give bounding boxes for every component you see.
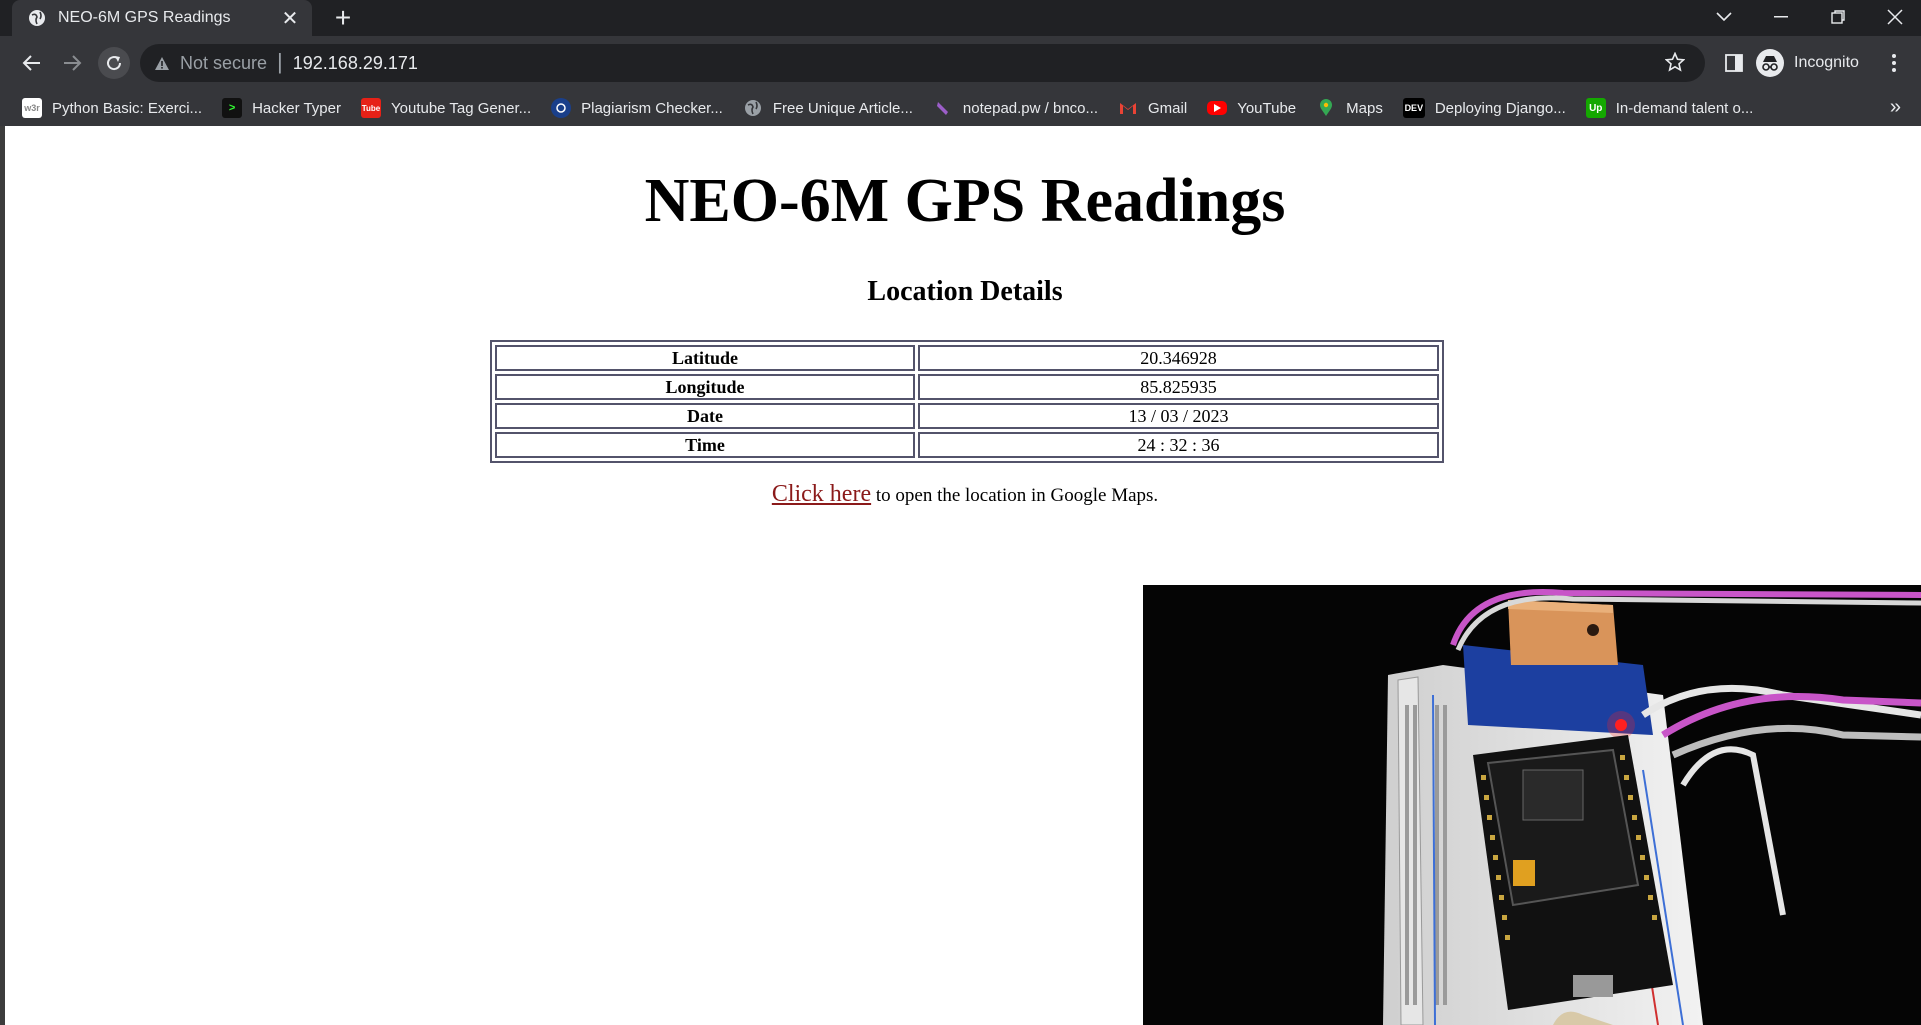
bookmark-label: Deploying Django... bbox=[1434, 99, 1566, 117]
tab-strip: NEO-6M GPS Readings ✕ + bbox=[0, 0, 1921, 36]
webcam-overlay bbox=[1143, 585, 1921, 1025]
back-button[interactable] bbox=[18, 49, 46, 77]
bookmark-youtube-tag[interactable]: Tube Youtube Tag Gener... bbox=[361, 98, 531, 118]
bookmark-label: Maps bbox=[1346, 99, 1383, 117]
bookmarks-overflow-icon[interactable]: » bbox=[1890, 96, 1901, 119]
location-table: Latitude 20.346928 Longitude 85.825935 D… bbox=[490, 340, 1444, 463]
side-panel-icon[interactable] bbox=[1720, 49, 1748, 77]
page-title: NEO-6M GPS Readings bbox=[644, 167, 1286, 235]
warning-icon[interactable] bbox=[154, 56, 170, 71]
row-value: 85.825935 bbox=[918, 374, 1439, 400]
bookmark-free-article[interactable]: Free Unique Article... bbox=[743, 98, 913, 118]
table-row: Date 13 / 03 / 2023 bbox=[495, 403, 1439, 429]
table-row: Time 24 : 32 : 36 bbox=[495, 432, 1439, 458]
terminal-icon: > bbox=[222, 98, 243, 118]
bookmark-label: Hacker Typer bbox=[252, 99, 341, 117]
row-value: 20.346928 bbox=[918, 345, 1439, 371]
dev-icon: DEV bbox=[1402, 98, 1425, 118]
row-label: Date bbox=[495, 403, 915, 429]
hardware-photo bbox=[1143, 585, 1921, 1025]
bookmarks-bar: w3r Python Basic: Exerci... > Hacker Typ… bbox=[0, 90, 1921, 126]
tab-close-icon[interactable]: ✕ bbox=[280, 6, 300, 31]
omnibox-divider: | bbox=[277, 49, 283, 74]
table-row: Longitude 85.825935 bbox=[495, 374, 1439, 400]
incognito-icon bbox=[1756, 49, 1784, 77]
bookmark-youtube[interactable]: YouTube bbox=[1207, 100, 1296, 117]
upwork-icon: Up bbox=[1585, 98, 1606, 118]
row-value: 24 : 32 : 36 bbox=[918, 432, 1439, 458]
bookmark-notepad[interactable]: notepad.pw / bnco... bbox=[933, 98, 1098, 118]
bookmark-label: In-demand talent o... bbox=[1615, 99, 1754, 117]
security-label[interactable]: Not secure bbox=[180, 53, 267, 74]
w3resource-icon: w3r bbox=[22, 98, 42, 118]
bookmark-maps[interactable]: Maps bbox=[1316, 98, 1383, 118]
pen-icon bbox=[933, 98, 953, 118]
minimize-button[interactable] bbox=[1758, 0, 1804, 34]
row-label: Time bbox=[495, 432, 915, 458]
globe-icon bbox=[28, 9, 46, 27]
row-label: Longitude bbox=[495, 374, 915, 400]
bookmark-label: Free Unique Article... bbox=[772, 99, 913, 117]
new-tab-button[interactable]: + bbox=[330, 4, 356, 32]
youtube-icon bbox=[1207, 101, 1228, 115]
bookmark-label: notepad.pw / bnco... bbox=[962, 99, 1099, 117]
bookmark-label: Plagiarism Checker... bbox=[581, 99, 723, 117]
table-row: Latitude 20.346928 bbox=[495, 345, 1439, 371]
restore-button[interactable] bbox=[1815, 0, 1861, 34]
bookmark-label: YouTube bbox=[1237, 99, 1297, 117]
gmail-icon bbox=[1118, 98, 1138, 118]
address-bar[interactable]: Not secure | 192.168.29.171 bbox=[140, 44, 1705, 82]
tab-active[interactable]: NEO-6M GPS Readings ✕ bbox=[12, 0, 312, 36]
maps-link-line: Click here to open the location in Googl… bbox=[5, 481, 1921, 508]
checker-icon bbox=[551, 98, 572, 118]
tube-icon: Tube bbox=[361, 98, 381, 118]
maps-icon bbox=[1316, 98, 1336, 118]
bookmark-hacker-typer[interactable]: > Hacker Typer bbox=[222, 98, 341, 118]
bookmark-label: Python Basic: Exerci... bbox=[52, 99, 203, 117]
tab-search-icon[interactable] bbox=[1701, 0, 1747, 34]
tab-title: NEO-6M GPS Readings bbox=[58, 9, 231, 26]
browser-toolbar: Not secure | 192.168.29.171 Incognito bbox=[0, 36, 1921, 90]
menu-kebab-icon[interactable] bbox=[1880, 49, 1908, 77]
url-text[interactable]: 192.168.29.171 bbox=[293, 53, 418, 74]
bookmark-deploying-django[interactable]: DEV Deploying Django... bbox=[1402, 98, 1566, 118]
google-maps-link[interactable]: Click here bbox=[772, 481, 871, 507]
forward-button[interactable] bbox=[58, 49, 86, 77]
bookmark-star-icon[interactable] bbox=[1664, 51, 1686, 77]
globe-icon bbox=[743, 98, 763, 118]
bookmark-upwork[interactable]: Up In-demand talent o... bbox=[1585, 98, 1754, 118]
bookmark-label: Gmail bbox=[1148, 99, 1188, 117]
bookmark-python-basic[interactable]: w3r Python Basic: Exerci... bbox=[22, 98, 202, 118]
bookmark-plagiarism[interactable]: Plagiarism Checker... bbox=[551, 98, 723, 118]
row-label: Latitude bbox=[495, 345, 915, 371]
bookmark-label: Youtube Tag Gener... bbox=[391, 99, 532, 117]
link-suffix-text: to open the location in Google Maps. bbox=[871, 485, 1159, 506]
incognito-profile[interactable]: Incognito bbox=[1756, 44, 1859, 82]
section-heading: Location Details bbox=[867, 276, 1063, 307]
bookmark-gmail[interactable]: Gmail bbox=[1118, 98, 1187, 118]
profile-label: Incognito bbox=[1794, 54, 1859, 71]
reload-button[interactable] bbox=[98, 47, 130, 79]
close-window-button[interactable] bbox=[1872, 0, 1918, 34]
row-value: 13 / 03 / 2023 bbox=[918, 403, 1439, 429]
